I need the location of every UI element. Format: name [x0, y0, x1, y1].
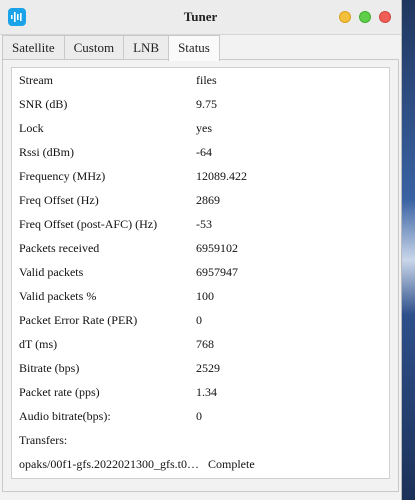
tuner-window: Tuner Satellite Custom LNB Status Stream…	[0, 0, 402, 500]
status-row-snr: SNR (dB) 9.75	[19, 92, 383, 116]
status-label: Frequency (MHz)	[19, 169, 106, 183]
status-row-audio-bitrate: Audio bitrate(bps): 0	[19, 404, 383, 428]
transfers-heading: Transfers:	[19, 428, 383, 452]
status-row-frequency: Frequency (MHz) 12089.422	[19, 164, 383, 188]
status-label: Valid packets %	[19, 289, 97, 303]
status-row-freq-offset-afc: Freq Offset (post-AFC) (Hz) -53	[19, 212, 383, 236]
tab-bar: Satellite Custom LNB Status	[2, 35, 220, 61]
close-button[interactable]	[379, 11, 391, 23]
status-row-per: Packet Error Rate (PER) 0	[19, 308, 383, 332]
status-label: Packets received	[19, 241, 100, 255]
transfer-row[interactable]: opaks/00f1-gfs.2022021300_gfs.t00z.pgrb2…	[19, 452, 383, 476]
status-label: SNR (dB)	[19, 97, 68, 111]
status-value: 100	[196, 289, 214, 303]
desktop-background	[402, 0, 415, 500]
transfer-status: Complete	[208, 457, 255, 471]
status-value: 6959102	[196, 241, 238, 255]
status-row-rssi: Rssi (dBm) -64	[19, 140, 383, 164]
transfers-label: Transfers:	[19, 433, 68, 447]
status-label: Lock	[19, 121, 44, 135]
status-label: dT (ms)	[19, 337, 58, 351]
status-value: files	[196, 73, 217, 87]
status-label: Freq Offset (post-AFC) (Hz)	[19, 217, 158, 231]
status-label: Audio bitrate(bps):	[19, 409, 111, 423]
status-value: 2529	[196, 361, 220, 375]
status-value: 6957947	[196, 265, 238, 279]
status-value: yes	[196, 121, 212, 135]
transfer-filename: opaks/00f1-gfs.2022021300_gfs.t00z.pgrb2…	[19, 457, 201, 471]
status-value: 12089.422	[196, 169, 247, 183]
status-row-packet-rate: Packet rate (pps) 1.34	[19, 380, 383, 404]
status-value: -53	[196, 217, 212, 231]
status-row-packets-received: Packets received 6959102	[19, 236, 383, 260]
status-label: Packet rate (pps)	[19, 385, 100, 399]
status-value: -64	[196, 145, 212, 159]
status-row-lock: Lock yes	[19, 116, 383, 140]
status-value: 9.75	[196, 97, 217, 111]
status-value: 768	[196, 337, 214, 351]
minimize-button[interactable]	[339, 11, 351, 23]
status-value: 0	[196, 313, 202, 327]
status-label: Rssi (dBm)	[19, 145, 75, 159]
status-panel: Stream files SNR (dB) 9.75 Lock yes Rssi…	[2, 59, 399, 492]
status-row-valid-packets-pct: Valid packets % 100	[19, 284, 383, 308]
status-row-bitrate: Bitrate (bps) 2529	[19, 356, 383, 380]
status-label: Freq Offset (Hz)	[19, 193, 99, 207]
title-bar[interactable]: Tuner	[0, 0, 401, 35]
status-label: Bitrate (bps)	[19, 361, 80, 375]
status-row-stream: Stream files	[19, 68, 383, 92]
status-value: 0	[196, 409, 202, 423]
status-label: Valid packets	[19, 265, 84, 279]
status-row-freq-offset: Freq Offset (Hz) 2869	[19, 188, 383, 212]
status-row-valid-packets: Valid packets 6957947	[19, 260, 383, 284]
tab-custom[interactable]: Custom	[63, 35, 125, 59]
status-value: 1.34	[196, 385, 217, 399]
tab-satellite[interactable]: Satellite	[2, 35, 65, 59]
status-label: Stream	[19, 73, 53, 87]
tab-lnb[interactable]: LNB	[123, 35, 170, 59]
status-list[interactable]: Stream files SNR (dB) 9.75 Lock yes Rssi…	[11, 67, 390, 479]
maximize-button[interactable]	[359, 11, 371, 23]
status-row-dt: dT (ms) 768	[19, 332, 383, 356]
tab-status[interactable]: Status	[168, 35, 220, 61]
status-value: 2869	[196, 193, 220, 207]
status-label: Packet Error Rate (PER)	[19, 313, 138, 327]
